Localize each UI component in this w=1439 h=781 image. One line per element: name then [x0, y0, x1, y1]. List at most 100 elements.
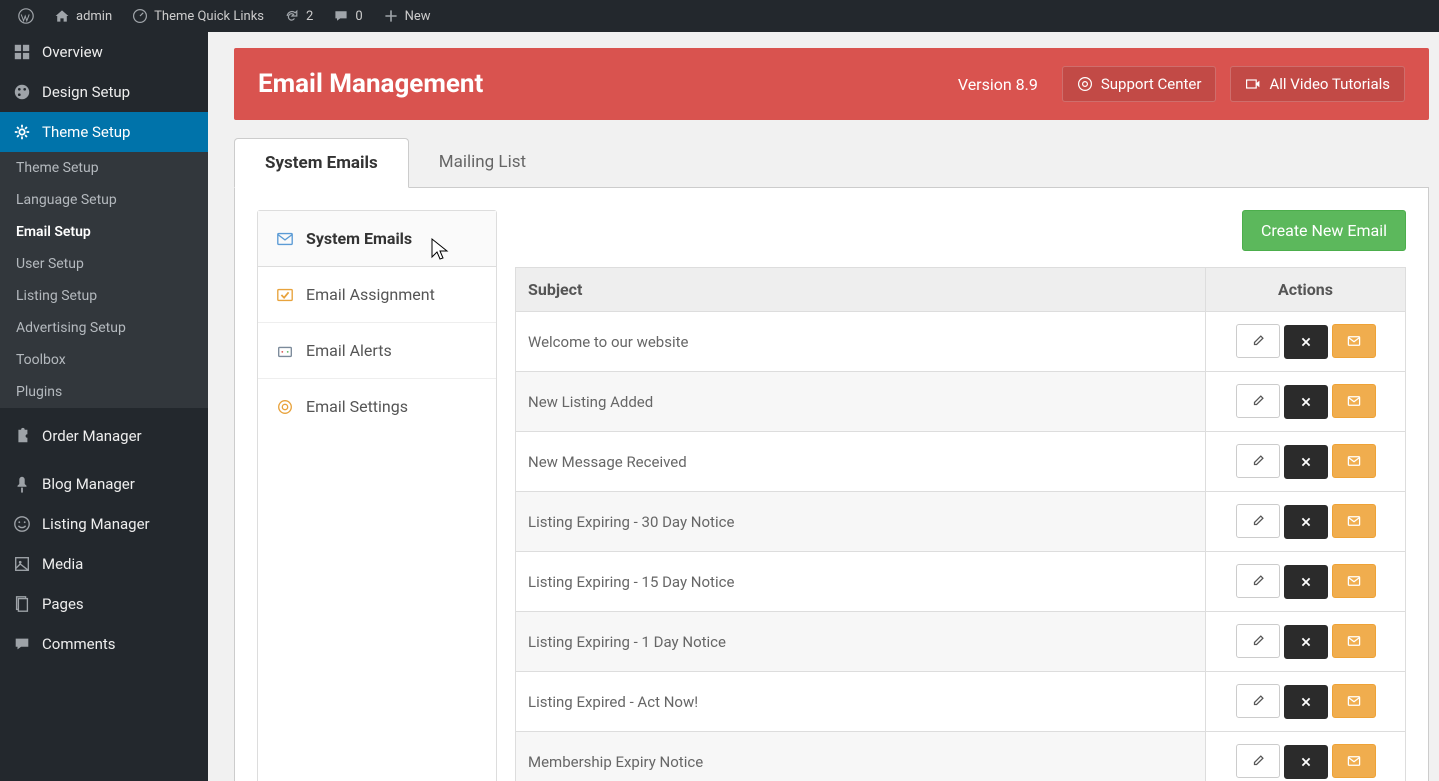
sidebar-item-label: Blog Manager: [42, 475, 135, 493]
edit-button[interactable]: [1236, 384, 1280, 418]
sidebar-sub-theme-setup[interactable]: Theme Setup: [0, 152, 208, 184]
create-new-email-button[interactable]: Create New Email: [1242, 210, 1406, 251]
site-name-link[interactable]: admin: [44, 8, 122, 24]
close-icon: [1300, 636, 1312, 648]
sidebar-item-listing-manager[interactable]: Listing Manager: [0, 504, 208, 544]
subnav-label: System Emails: [306, 229, 412, 248]
sidebar-item-label: Listing Manager: [42, 515, 150, 533]
sidebar-sub-language-setup[interactable]: Language Setup: [0, 184, 208, 216]
sidebar-item-label: Comments: [42, 635, 116, 653]
emails-table: Subject Actions Welcome to our websiteNe…: [515, 267, 1406, 781]
edit-button[interactable]: [1236, 684, 1280, 718]
sidebar-sub-advertising-setup[interactable]: Advertising Setup: [0, 312, 208, 344]
close-icon: [1300, 396, 1312, 408]
subnav-email-settings[interactable]: Email Settings: [258, 379, 496, 434]
close-icon: [1300, 516, 1312, 528]
col-actions: Actions: [1206, 268, 1406, 312]
edit-button[interactable]: [1236, 444, 1280, 478]
sidebar-item-pages[interactable]: Pages: [0, 584, 208, 624]
comment-icon: [12, 634, 32, 654]
delete-button[interactable]: [1284, 685, 1328, 719]
edit-button[interactable]: [1236, 564, 1280, 598]
send-button[interactable]: [1332, 624, 1376, 658]
close-icon: [1300, 336, 1312, 348]
subnav-email-alerts[interactable]: Email Alerts: [258, 323, 496, 379]
table-row: Listing Expiring - 15 Day Notice: [516, 552, 1406, 612]
send-button[interactable]: [1332, 444, 1376, 478]
edit-button[interactable]: [1236, 744, 1280, 778]
send-button[interactable]: [1332, 564, 1376, 598]
site-name: admin: [76, 9, 112, 24]
email-subject: Listing Expiring - 30 Day Notice: [516, 492, 1206, 552]
page-header: Email Management Version 8.9 Support Cen…: [234, 48, 1429, 120]
delete-button[interactable]: [1284, 325, 1328, 359]
actions-cell: [1206, 312, 1406, 372]
tab-system-emails[interactable]: System Emails: [234, 138, 409, 188]
subnav-label: Email Settings: [306, 397, 408, 416]
support-center-button[interactable]: Support Center: [1062, 66, 1217, 102]
close-icon: [1300, 576, 1312, 588]
sidebar-item-label: Media: [42, 555, 83, 573]
delete-button[interactable]: [1284, 385, 1328, 419]
video-icon: [1245, 76, 1261, 92]
send-button[interactable]: [1332, 324, 1376, 358]
sidebar-item-overview[interactable]: Overview: [0, 32, 208, 72]
delete-button[interactable]: [1284, 505, 1328, 539]
admin-bar: admin Theme Quick Links 2 0 New: [0, 0, 1439, 32]
pencil-icon: [1251, 454, 1265, 468]
wordpress-logo[interactable]: [8, 8, 44, 24]
updates-link[interactable]: 2: [274, 8, 323, 24]
delete-button[interactable]: [1284, 445, 1328, 479]
close-icon: [1300, 456, 1312, 468]
sidebar-item-theme-setup[interactable]: Theme Setup: [0, 112, 208, 152]
subnav-email-assignment[interactable]: Email Assignment: [258, 267, 496, 323]
mail-icon: [1347, 634, 1361, 648]
sidebar-sub-toolbox[interactable]: Toolbox: [0, 344, 208, 376]
table-row: Listing Expired - Act Now!: [516, 672, 1406, 732]
table-row: Membership Expiry Notice: [516, 732, 1406, 781]
email-subject: New Message Received: [516, 432, 1206, 492]
actions-cell: [1206, 372, 1406, 432]
sidebar-item-label: Pages: [42, 595, 84, 613]
edit-button[interactable]: [1236, 624, 1280, 658]
send-button[interactable]: [1332, 504, 1376, 538]
edit-button[interactable]: [1236, 504, 1280, 538]
sidebar-item-order-manager[interactable]: Order Manager: [0, 416, 208, 456]
delete-button[interactable]: [1284, 565, 1328, 599]
pencil-icon: [1251, 754, 1265, 768]
pencil-icon: [1251, 574, 1265, 588]
sidebar-item-media[interactable]: Media: [0, 544, 208, 584]
updates-count: 2: [306, 9, 313, 24]
send-button[interactable]: [1332, 684, 1376, 718]
email-subject: New Listing Added: [516, 372, 1206, 432]
sidebar-sub-listing-setup[interactable]: Listing Setup: [0, 280, 208, 312]
sidebar-item-blog-manager[interactable]: Blog Manager: [0, 464, 208, 504]
pencil-icon: [1251, 514, 1265, 528]
edit-button[interactable]: [1236, 324, 1280, 358]
mail-icon: [1347, 334, 1361, 348]
main-content: Email Management Version 8.9 Support Cen…: [208, 32, 1439, 781]
send-button[interactable]: [1332, 384, 1376, 418]
sidebar-sub-plugins[interactable]: Plugins: [0, 376, 208, 408]
mail-icon: [1347, 454, 1361, 468]
send-button[interactable]: [1332, 744, 1376, 778]
email-subject: Welcome to our website: [516, 312, 1206, 372]
actions-cell: [1206, 672, 1406, 732]
comments-link[interactable]: 0: [323, 8, 372, 24]
delete-button[interactable]: [1284, 745, 1328, 779]
video-tutorials-button[interactable]: All Video Tutorials: [1230, 66, 1405, 102]
email-subject: Listing Expiring - 1 Day Notice: [516, 612, 1206, 672]
sidebar-sub-user-setup[interactable]: User Setup: [0, 248, 208, 280]
sidebar-sub-email-setup[interactable]: Email Setup: [0, 216, 208, 248]
pages-icon: [12, 594, 32, 614]
quick-links-label: Theme Quick Links: [154, 9, 264, 24]
new-link[interactable]: New: [373, 8, 441, 24]
delete-button[interactable]: [1284, 625, 1328, 659]
sidebar-item-comments[interactable]: Comments: [0, 624, 208, 664]
sidebar-item-design-setup[interactable]: Design Setup: [0, 72, 208, 112]
subnav-system-emails[interactable]: System Emails: [258, 211, 496, 267]
puzzle-icon: [12, 426, 32, 446]
quick-links[interactable]: Theme Quick Links: [122, 8, 274, 24]
actions-cell: [1206, 612, 1406, 672]
tab-mailing-list[interactable]: Mailing List: [409, 138, 556, 187]
